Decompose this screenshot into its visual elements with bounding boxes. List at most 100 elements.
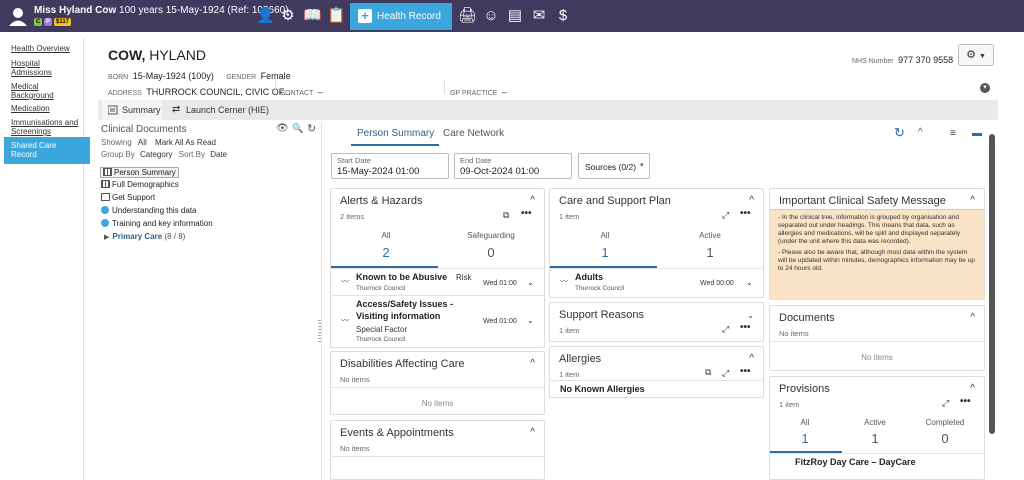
refresh-icon[interactable]: ↻ xyxy=(894,125,905,141)
tab-launch-cerner[interactable]: ⇄ Launch Cerner (HIE) xyxy=(168,100,288,120)
refresh-icon[interactable]: ↻ xyxy=(307,122,316,135)
eye-icon[interactable]: 👁 xyxy=(276,123,289,134)
nav-hospital-admissions[interactable]: Hospital Admissions xyxy=(11,59,71,77)
list-view-icon[interactable]: ≡ xyxy=(950,128,956,139)
search-icon[interactable]: 🔍 xyxy=(292,123,303,134)
print-icon[interactable]: 🖨 xyxy=(458,7,477,25)
showing-row: Showing All Mark All As Read xyxy=(101,138,216,147)
messages-icon[interactable]: ▤ xyxy=(506,7,524,25)
chevron-down-icon[interactable]: ⌄ xyxy=(746,278,753,287)
clinical-documents-title: Clinical Documents xyxy=(101,124,187,135)
collapse-chevron-icon[interactable]: ^ xyxy=(530,427,535,438)
clinical-documents-panel: Clinical Documents 👁 🔍 ↻ Showing All Mar… xyxy=(100,122,322,480)
entry-title: Adults xyxy=(575,272,603,282)
resize-handle[interactable] xyxy=(318,320,321,342)
chevron-down-icon[interactable]: ⌄ xyxy=(527,316,534,325)
contacts-icon[interactable]: ☺ xyxy=(482,7,500,25)
tab-active[interactable]: Active xyxy=(685,231,735,240)
expand-icon[interactable]: ⤢ xyxy=(722,368,729,379)
tab-all[interactable]: All xyxy=(361,231,411,240)
group-by-select[interactable]: Category xyxy=(140,150,172,159)
collapse-chevron-icon[interactable]: ^ xyxy=(749,195,754,206)
nav-medical-background[interactable]: Medical Background xyxy=(11,82,71,100)
card-title: Events & Appointments xyxy=(340,427,454,439)
born-value: 15-May-1924 (100y) xyxy=(132,71,214,81)
end-date-field[interactable]: End Date 09-Oct-2024 01:00 xyxy=(454,153,572,179)
divider xyxy=(275,80,276,94)
wave-icon: 〰 xyxy=(560,277,568,286)
scrollbar[interactable] xyxy=(989,134,995,434)
more-options-icon[interactable]: ••• xyxy=(740,366,751,377)
sources-dropdown[interactable]: Sources (0/2) ▾ xyxy=(578,153,650,179)
list-item[interactable]: 〰 Known to be Abusive Risk Thurrock Coun… xyxy=(331,269,544,295)
tree-item-understanding[interactable]: Understanding this data xyxy=(101,206,197,215)
chevron-up-icon[interactable]: ^ xyxy=(918,127,923,138)
start-date-field[interactable]: Start Date 15-May-2024 01:00 xyxy=(331,153,449,179)
chevron-down-icon[interactable]: ⌄ xyxy=(527,278,534,287)
chat-icon[interactable]: ✉ xyxy=(530,7,548,25)
collapse-chevron-icon[interactable]: ^ xyxy=(970,195,975,206)
card-allergies: Allergies ^ 1 item ⧉ ⤢ ••• No Known Alle… xyxy=(549,346,764,398)
allergy-entry: No Known Allergies xyxy=(560,384,645,394)
tree-item-full-demographics[interactable]: Full Demographics xyxy=(101,180,179,189)
tab-summary[interactable]: Summary xyxy=(102,100,162,120)
entry-title: Access/Safety Issues - xyxy=(356,299,454,309)
tab-all[interactable]: All xyxy=(580,231,630,240)
collapse-chevron-icon[interactable]: ^ xyxy=(530,358,535,369)
compact-view-icon[interactable]: ▬ xyxy=(972,128,982,139)
gear-icon[interactable]: ⚙ xyxy=(279,7,297,25)
tree-item-training[interactable]: Training and key information xyxy=(101,219,213,228)
tree-item-get-support[interactable]: Get Support xyxy=(101,193,155,202)
health-record-tab[interactable]: + Health Record xyxy=(350,3,452,30)
more-options-icon[interactable]: ••• xyxy=(960,396,971,407)
tab-person-summary[interactable]: Person Summary xyxy=(357,128,434,139)
more-options-icon[interactable]: ••• xyxy=(740,208,751,219)
nav-shared-care-label: Shared Care Record xyxy=(11,141,57,159)
end-date-value: 09-Oct-2024 01:00 xyxy=(460,166,540,177)
nav-immunisations[interactable]: Immunisations and Screenings xyxy=(11,118,81,136)
expand-icon[interactable]: ⤢ xyxy=(722,210,729,221)
user-alert-icon[interactable]: 👤 xyxy=(256,7,275,25)
more-options-icon[interactable]: ••• xyxy=(521,208,532,219)
tab-all[interactable]: All xyxy=(780,418,830,427)
collapse-header-icon[interactable]: ▾ xyxy=(980,83,990,93)
external-link-icon[interactable]: ⧉ xyxy=(503,210,509,221)
tree-item-label: Person Summary xyxy=(114,168,176,177)
divider xyxy=(331,456,544,457)
tab-active[interactable]: Active xyxy=(850,418,900,427)
sources-label: Sources (0/2) xyxy=(585,162,637,172)
documents-icon[interactable]: 📋 xyxy=(327,7,346,25)
showing-filter[interactable]: All xyxy=(138,138,147,147)
external-link-icon[interactable]: ⧉ xyxy=(705,367,711,378)
nav-health-overview[interactable]: Health Overview xyxy=(11,44,70,53)
tab-completed[interactable]: Completed xyxy=(915,418,975,427)
collapse-chevron-icon[interactable]: ^ xyxy=(530,195,535,206)
gp-row: GP PRACTICE – xyxy=(450,82,507,100)
document-icon xyxy=(103,168,112,176)
nav-medication[interactable]: Medication xyxy=(11,104,50,113)
more-options-icon[interactable]: ••• xyxy=(740,322,751,333)
expand-icon[interactable]: ⤢ xyxy=(722,324,729,335)
card-documents: Documents ^ No items No items xyxy=(769,305,985,371)
settings-dropdown-button[interactable]: ⚙ ▼ xyxy=(958,44,994,66)
collapse-chevron-icon[interactable]: ^ xyxy=(749,353,754,364)
list-item[interactable]: 〰 Access/Safety Issues - Visiting inform… xyxy=(331,296,544,346)
tree-folder-primary-care[interactable]: ▶ Primary Care (8 / 8) xyxy=(104,232,185,241)
folder-count: (8 / 8) xyxy=(164,232,186,241)
sort-by-select[interactable]: Date xyxy=(210,150,227,159)
mark-all-read-link[interactable]: Mark All As Read xyxy=(155,138,216,147)
expand-icon[interactable]: ⤢ xyxy=(942,398,949,409)
document-icon xyxy=(101,180,110,188)
book-icon[interactable]: 📖 xyxy=(303,7,322,25)
chevron-down-icon[interactable]: ⌄ xyxy=(747,311,754,320)
plus-icon: + xyxy=(358,9,372,23)
tab-safeguarding[interactable]: Safeguarding xyxy=(456,231,526,240)
nav-shared-care-record[interactable]: Shared Care Record xyxy=(4,137,90,164)
tree-item-person-summary[interactable]: Person Summary xyxy=(100,167,179,178)
collapse-chevron-icon[interactable]: ^ xyxy=(970,383,975,394)
list-item[interactable]: 〰 Adults Thurrock Council Wed 00:00 ⌄ xyxy=(550,269,763,297)
nhs-number: NHS Number 977 370 9558 xyxy=(852,50,953,68)
tab-care-network[interactable]: Care Network xyxy=(443,128,504,139)
finance-icon[interactable]: $ xyxy=(554,7,572,25)
collapse-chevron-icon[interactable]: ^ xyxy=(970,312,975,323)
